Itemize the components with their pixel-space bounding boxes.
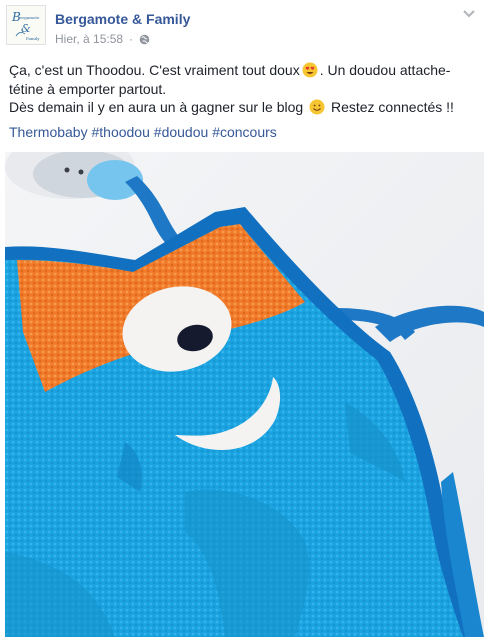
post-photo[interactable]: [5, 152, 484, 637]
svg-text:Family: Family: [26, 36, 40, 41]
svg-text:ergamote: ergamote: [20, 15, 40, 20]
post-meta: Hier, à 15:58 ·: [55, 32, 150, 46]
bergamote-logo: B ergamote & Family: [7, 6, 45, 44]
post-options-button[interactable]: [459, 6, 479, 22]
chevron-down-icon: [463, 10, 475, 18]
post-message-line1: Ça, c'est un Thoodou. C'est vraiment tou…: [9, 61, 479, 98]
post-message: Ça, c'est un Thoodou. C'est vraiment tou…: [9, 61, 479, 117]
svg-text:&: &: [21, 22, 31, 35]
globe-icon[interactable]: [139, 34, 150, 45]
message-text-part: Ça, c'est un Thoodou. C'est vraiment tou…: [9, 62, 300, 78]
hashtag-link[interactable]: #concours: [212, 124, 277, 140]
hashtag-link[interactable]: #thoodou: [91, 124, 149, 140]
message-text-part: Dès demain il y en aura un à gagner sur …: [9, 99, 304, 115]
meta-separator: ·: [129, 32, 134, 46]
facebook-post: B ergamote & Family Bergamote & Family H…: [0, 0, 489, 639]
heart-eyes-emoji: [302, 62, 318, 78]
hashtag-row: Thermobaby #thoodou #doudou #concours: [9, 124, 277, 140]
hashtag-link[interactable]: #doudou: [154, 124, 209, 140]
hashtag-link[interactable]: Thermobaby: [9, 124, 88, 140]
smiling-face-emoji: [309, 99, 325, 115]
message-text-part: Restez connectés !!: [330, 99, 454, 115]
page-name-link[interactable]: Bergamote & Family: [55, 11, 190, 27]
post-message-line2: Dès demain il y en aura un à gagner sur …: [9, 98, 479, 117]
toy-photo-illustration: [5, 152, 484, 637]
post-timestamp[interactable]: Hier, à 15:58: [55, 32, 123, 46]
page-avatar[interactable]: B ergamote & Family: [6, 5, 46, 45]
